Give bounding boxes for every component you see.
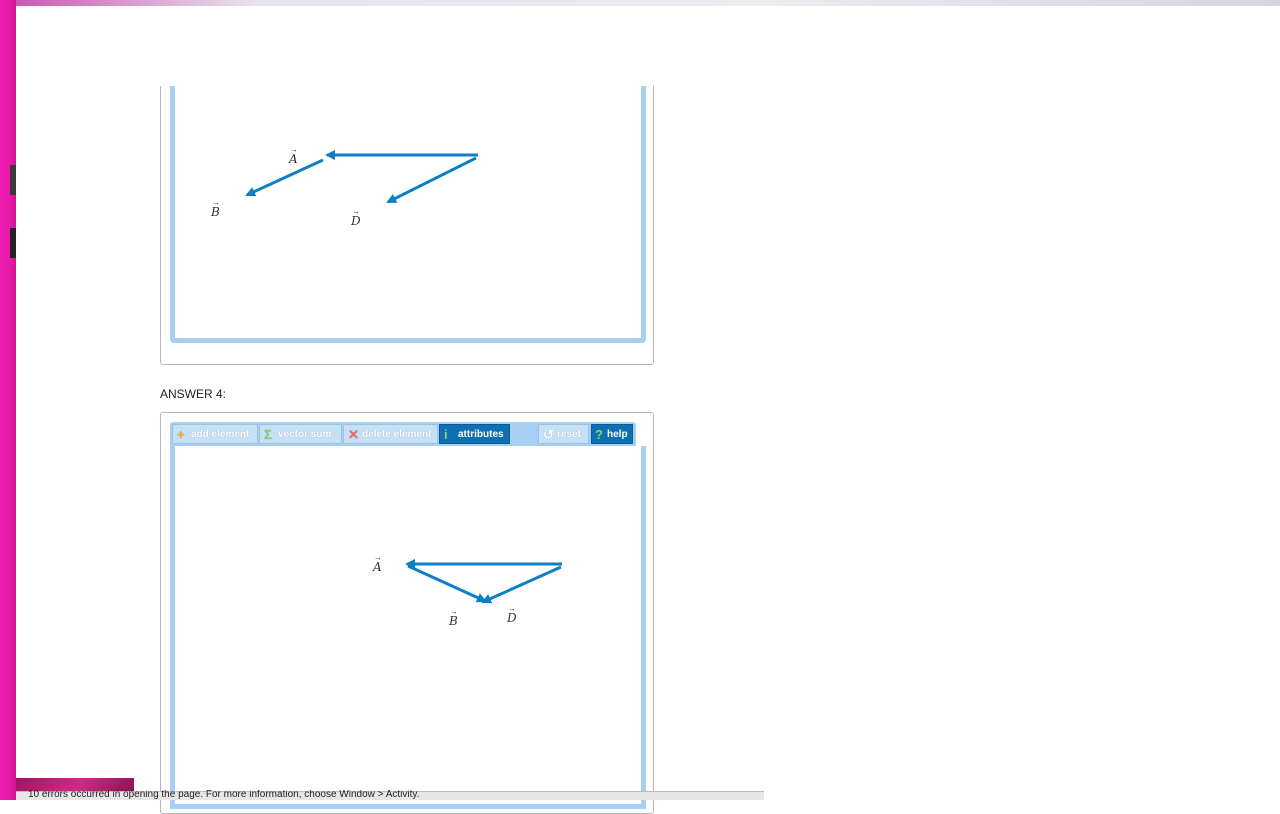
delete-element-label: delete element (362, 429, 432, 440)
add-element-button[interactable]: + add element (172, 424, 258, 444)
svg-text:→: → (374, 553, 382, 562)
reset-icon: ↺ (543, 427, 554, 442)
attributes-button[interactable]: i attributes (439, 424, 510, 444)
vector-b-arrow[interactable] (407, 564, 487, 603)
vector-toolbar: + add element Σ vector sum ✕ delete elem… (170, 422, 636, 446)
answer-4-panel: + add element Σ vector sum ✕ delete elem… (160, 412, 654, 814)
svg-text:→: → (508, 604, 516, 613)
info-icon: i (444, 427, 448, 442)
help-button[interactable]: ? help (591, 424, 633, 444)
vector-canvas-answer-4[interactable]: A → B → D → (170, 446, 646, 809)
svg-text:B: B (210, 205, 220, 219)
delete-element-button[interactable]: ✕ delete element (343, 424, 438, 444)
attributes-label: attributes (458, 429, 504, 440)
delete-x-icon: ✕ (348, 427, 359, 442)
previous-answer-panel: A → B → D → (160, 86, 654, 365)
vector-sum-button[interactable]: Σ vector sum (259, 424, 342, 444)
vector-b-arrow[interactable] (245, 158, 324, 197)
svg-text:D: D (506, 611, 517, 625)
status-message[interactable]: 10 errors occurred in opening the page. … (28, 790, 468, 800)
vector-b-label: B → (210, 198, 220, 219)
svg-text:→: → (352, 207, 360, 216)
svg-text:D: D (350, 214, 361, 228)
svg-text:A: A (288, 152, 298, 166)
answer-label: ANSWER 4: (160, 387, 227, 401)
vector-a-label: A → (288, 145, 298, 166)
vector-d-label: D → (350, 207, 361, 228)
desktop-background (0, 0, 16, 800)
vector-canvas-previous: A → B → D → (170, 86, 646, 343)
sigma-icon: Σ (264, 427, 272, 442)
svg-text:B: B (448, 614, 458, 628)
reset-label: reset (557, 429, 581, 440)
vector-diagram-previous: A → B → D → (210, 145, 478, 228)
plus-icon: + (177, 427, 185, 442)
help-icon: ? (595, 427, 603, 442)
vector-d-arrow[interactable] (481, 565, 562, 604)
page-content: A → B → D → ANSWER 4: + add element Σ ve… (16, 86, 1280, 814)
status-bar: 10 errors occurred in opening the page. … (16, 778, 764, 800)
svg-text:→: → (290, 145, 298, 154)
browser-toolbar-area (6, 6, 1280, 96)
svg-text:A: A (372, 560, 382, 574)
vector-d-arrow[interactable] (386, 156, 477, 204)
vector-diagram-answer-4: A → B → D → (372, 553, 562, 628)
svg-text:→: → (212, 198, 220, 207)
vector-d-label: D → (506, 604, 517, 625)
vector-b-label: B → (448, 607, 458, 628)
vector-sum-label: vector sum (278, 429, 332, 440)
add-element-label: add element (191, 429, 250, 440)
svg-text:→: → (450, 607, 458, 616)
help-label: help (607, 429, 628, 440)
vector-a-label: A → (372, 553, 382, 574)
reset-button[interactable]: ↺ reset (538, 424, 589, 444)
